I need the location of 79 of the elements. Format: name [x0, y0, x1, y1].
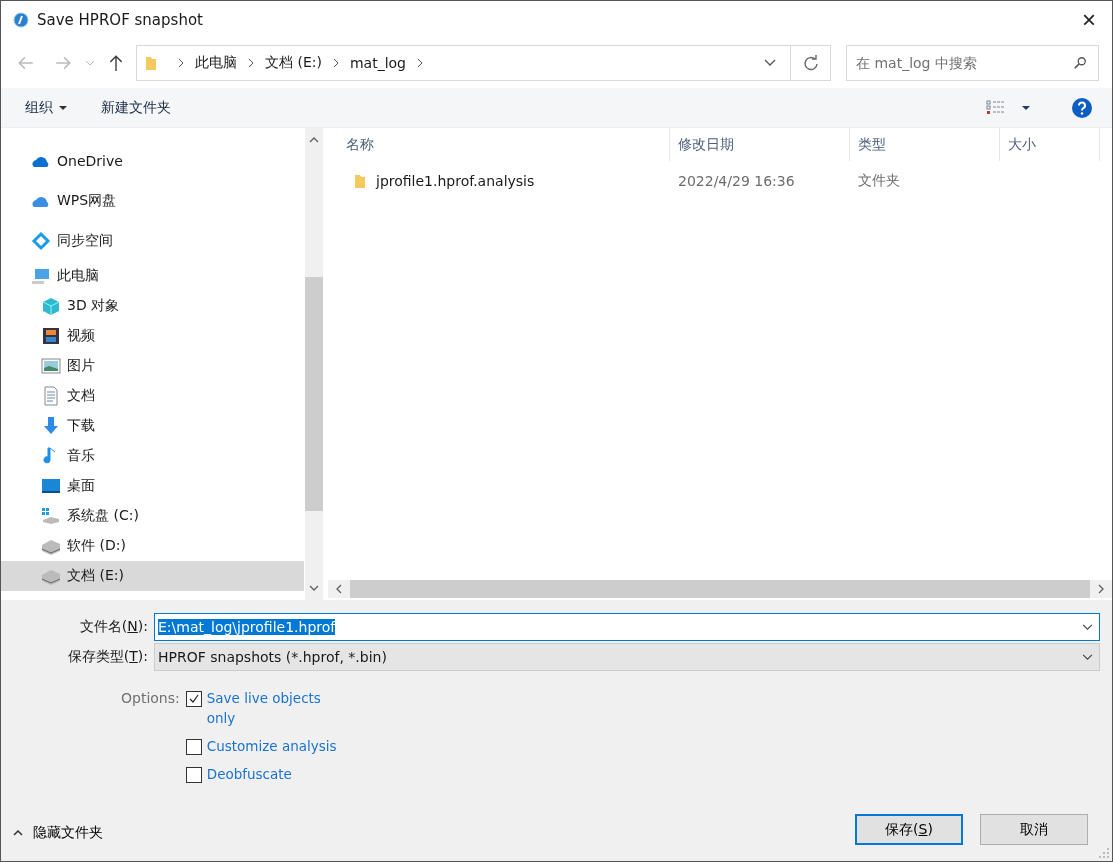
refresh-button[interactable]	[791, 45, 831, 81]
chevron-icon	[13, 829, 23, 836]
column-header[interactable]: 类型	[850, 128, 1000, 161]
sidebar-item[interactable]: 音乐	[1, 441, 304, 471]
scroll-left-icon[interactable]	[336, 584, 342, 594]
column-header[interactable]: 名称	[328, 128, 670, 161]
scroll-right-icon[interactable]	[1098, 584, 1104, 594]
item-icon	[31, 231, 51, 251]
sidebar-item[interactable]: 文档 (E:)	[1, 561, 304, 591]
caret-icon	[59, 105, 67, 110]
organize-menu[interactable]: 组织	[15, 94, 77, 121]
help-icon[interactable]	[1072, 97, 1092, 118]
item-icon	[41, 296, 61, 316]
sidebar-item[interactable]: 3D 对象	[1, 291, 304, 321]
options-label: Options:	[121, 689, 180, 708]
caret-icon[interactable]	[1022, 105, 1030, 110]
checkbox[interactable]	[185, 739, 202, 755]
sidebar-item[interactable]: WPS网盘	[1, 181, 304, 221]
close-button[interactable]: ×	[1066, 1, 1112, 38]
checkbox[interactable]	[185, 691, 202, 707]
file-type-dropdown[interactable]: HPROF snapshots (*.hprof, *.bin)	[154, 643, 1100, 671]
scroll-up-icon[interactable]	[309, 137, 319, 143]
file-name[interactable]: jprofile1.hprof.analysis	[376, 173, 535, 189]
column-header[interactable]: 修改日期	[670, 128, 850, 161]
item-icon	[41, 326, 61, 346]
item-icon	[41, 506, 61, 526]
sidebar-item[interactable]: 软件 (D:)	[1, 531, 304, 561]
item-icon	[41, 386, 61, 406]
field-label: 保存类型(T):	[66, 648, 149, 666]
sidebar-item[interactable]: OneDrive	[1, 141, 304, 181]
search-field[interactable]: 在 mat_log 中搜索	[846, 45, 1099, 81]
breadcrumb[interactable]: 文档 (E:)	[265, 54, 322, 72]
view-icon[interactable]	[986, 99, 1006, 116]
sidebar-item[interactable]: 视频	[1, 321, 304, 351]
item-icon	[31, 266, 51, 286]
dropdown-icon[interactable]	[1082, 623, 1093, 631]
search-icon	[1073, 56, 1087, 70]
resize-grip-icon[interactable]	[1099, 848, 1109, 858]
item-icon	[41, 356, 61, 376]
window-title: Save HPROF snapshot	[37, 10, 203, 29]
field-label: 文件名(N):	[78, 618, 149, 636]
chevron-icon	[417, 58, 423, 68]
hide-folders-button[interactable]: 隐藏文件夹	[13, 823, 103, 842]
sidebar-item[interactable]: 同步空间	[1, 221, 304, 261]
dropdown-icon[interactable]	[764, 59, 776, 67]
scrollbar[interactable]	[305, 128, 323, 600]
cancel-button[interactable]: 取消	[980, 814, 1088, 845]
address-bar[interactable]: 此电脑 文档 (E:) mat_log	[136, 45, 791, 81]
table-cell-text: 2022/4/29 16:36	[677, 173, 796, 189]
item-icon	[41, 416, 61, 436]
up-icon[interactable]	[107, 54, 125, 72]
option-label[interactable]: Deobfuscate	[206, 764, 292, 784]
chevron-icon	[178, 58, 184, 68]
option-label[interactable]: Save live objects only	[206, 688, 352, 728]
checkbox[interactable]	[185, 767, 202, 783]
sidebar-item[interactable]: 桌面	[1, 471, 304, 501]
filename-field[interactable]: E:\mat_log\jprofile1.hprof	[154, 613, 1100, 641]
breadcrumb[interactable]: 此电脑	[195, 54, 237, 72]
breadcrumb[interactable]: mat_log	[349, 55, 406, 71]
sidebar-item[interactable]: 下载	[1, 411, 304, 441]
option-label[interactable]: Customize analysis	[206, 736, 337, 756]
scroll-down-icon[interactable]	[309, 585, 319, 591]
folder-icon	[145, 55, 157, 71]
refresh-icon	[802, 55, 819, 71]
item-icon	[41, 476, 61, 496]
save-button[interactable]: 保存(S)	[855, 814, 963, 845]
table-cell-text: 文件夹	[857, 172, 901, 190]
column-header[interactable]: 大小	[1000, 128, 1100, 161]
sidebar-item[interactable]: 图片	[1, 351, 304, 381]
new-folder-button[interactable]: 新建文件夹	[91, 94, 181, 121]
horizontal-scrollbar[interactable]	[328, 580, 1112, 598]
dropdown-icon[interactable]	[1082, 653, 1093, 661]
chevron-icon	[248, 58, 254, 68]
chevron-icon	[332, 58, 339, 68]
app-icon	[13, 11, 29, 28]
folder-icon	[354, 173, 366, 189]
sidebar-item[interactable]: 此电脑	[1, 261, 304, 291]
sidebar-item[interactable]: 系统盘 (C:)	[1, 501, 304, 531]
sidebar-item[interactable]: 文档	[1, 381, 304, 411]
